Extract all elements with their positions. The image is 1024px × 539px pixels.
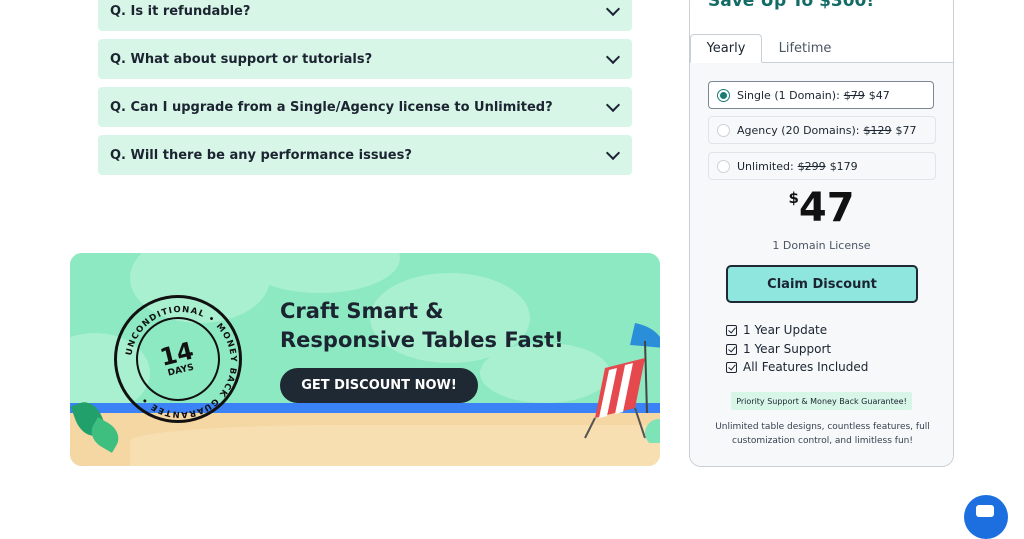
get-discount-button[interactable]: GET DISCOUNT NOW! — [280, 368, 478, 403]
price-value: 47 — [798, 185, 855, 231]
radio-icon[interactable] — [717, 159, 730, 173]
radio-icon[interactable] — [717, 123, 730, 137]
feature-label: All Features Included — [743, 360, 869, 374]
beach-chair-illustration — [584, 323, 660, 443]
chevron-down-icon[interactable] — [605, 145, 621, 160]
faq-item-support[interactable]: Q. What about support or tutorials? — [98, 39, 632, 79]
option-unlimited[interactable]: Unlimited: $299 $179 — [708, 152, 936, 180]
guarantee-badge: Priority Support & Money Back Guarantee! — [731, 392, 912, 410]
promo-banner: UNCONDITIONAL • MONEY BACK GUARANTEE • 1… — [70, 253, 660, 466]
checkbox-checked-icon — [726, 343, 737, 355]
feature-item: All Features Included — [726, 360, 868, 374]
chevron-down-icon[interactable] — [605, 97, 621, 112]
claim-discount-button[interactable]: Claim Discount — [726, 265, 918, 303]
option-name: Unlimited: — [737, 159, 794, 173]
faq-question: Q. Is it refundable? — [110, 3, 251, 19]
faq-item-performance[interactable]: Q. Will there be any performance issues? — [98, 135, 632, 175]
tab-lifetime[interactable]: Lifetime — [770, 34, 840, 63]
price-currency: $ — [788, 189, 799, 207]
option-new-price: $47 — [868, 88, 890, 102]
checkbox-checked-icon — [726, 361, 737, 373]
radio-selected-icon[interactable] — [717, 88, 730, 102]
option-old-price: $129 — [863, 123, 892, 137]
tab-yearly[interactable]: Yearly — [690, 34, 762, 63]
pricing-headline: Save Up To $300! — [708, 0, 875, 11]
option-name: Agency (20 Domains): — [737, 123, 860, 137]
option-name: Single (1 Domain): — [737, 88, 840, 102]
chevron-down-icon[interactable] — [605, 49, 621, 64]
faq-question: Q. What about support or tutorials? — [110, 51, 373, 67]
faq-item-refundable[interactable]: Q. Is it refundable? — [98, 0, 632, 31]
faq-question: Q. Will there be any performance issues? — [110, 147, 412, 163]
feature-item: 1 Year Update — [726, 323, 827, 337]
banner-title: Craft Smart & Responsive Tables Fast! — [280, 299, 564, 352]
chevron-down-icon[interactable] — [605, 1, 621, 16]
option-single[interactable]: Single (1 Domain): $79 $47 — [708, 81, 934, 109]
license-label: 1 Domain License — [772, 239, 871, 252]
money-back-stamp: UNCONDITIONAL • MONEY BACK GUARANTEE • 1… — [114, 295, 242, 423]
feature-item: 1 Year Support — [726, 342, 831, 356]
chat-widget-icon[interactable] — [964, 495, 1008, 539]
faq-question: Q. Can I upgrade from a Single/Agency li… — [110, 99, 553, 115]
faq-item-upgrade[interactable]: Q. Can I upgrade from a Single/Agency li… — [98, 87, 632, 127]
feature-label: 1 Year Support — [743, 342, 832, 356]
option-new-price: $77 — [895, 123, 917, 137]
pricing-note: Unlimited table designs, countless featu… — [715, 422, 930, 446]
feature-label: 1 Year Update — [743, 323, 828, 337]
price-display: $47 — [690, 185, 953, 231]
checkbox-checked-icon — [726, 324, 737, 336]
option-old-price: $299 — [797, 159, 826, 173]
pricing-card: Save Up To $300! Yearly Lifetime Single … — [689, 0, 954, 467]
option-old-price: $79 — [843, 88, 865, 102]
pricing-tabs: Yearly Lifetime — [690, 34, 953, 63]
option-agency[interactable]: Agency (20 Domains): $129 $77 — [708, 116, 936, 144]
option-new-price: $179 — [829, 159, 858, 173]
